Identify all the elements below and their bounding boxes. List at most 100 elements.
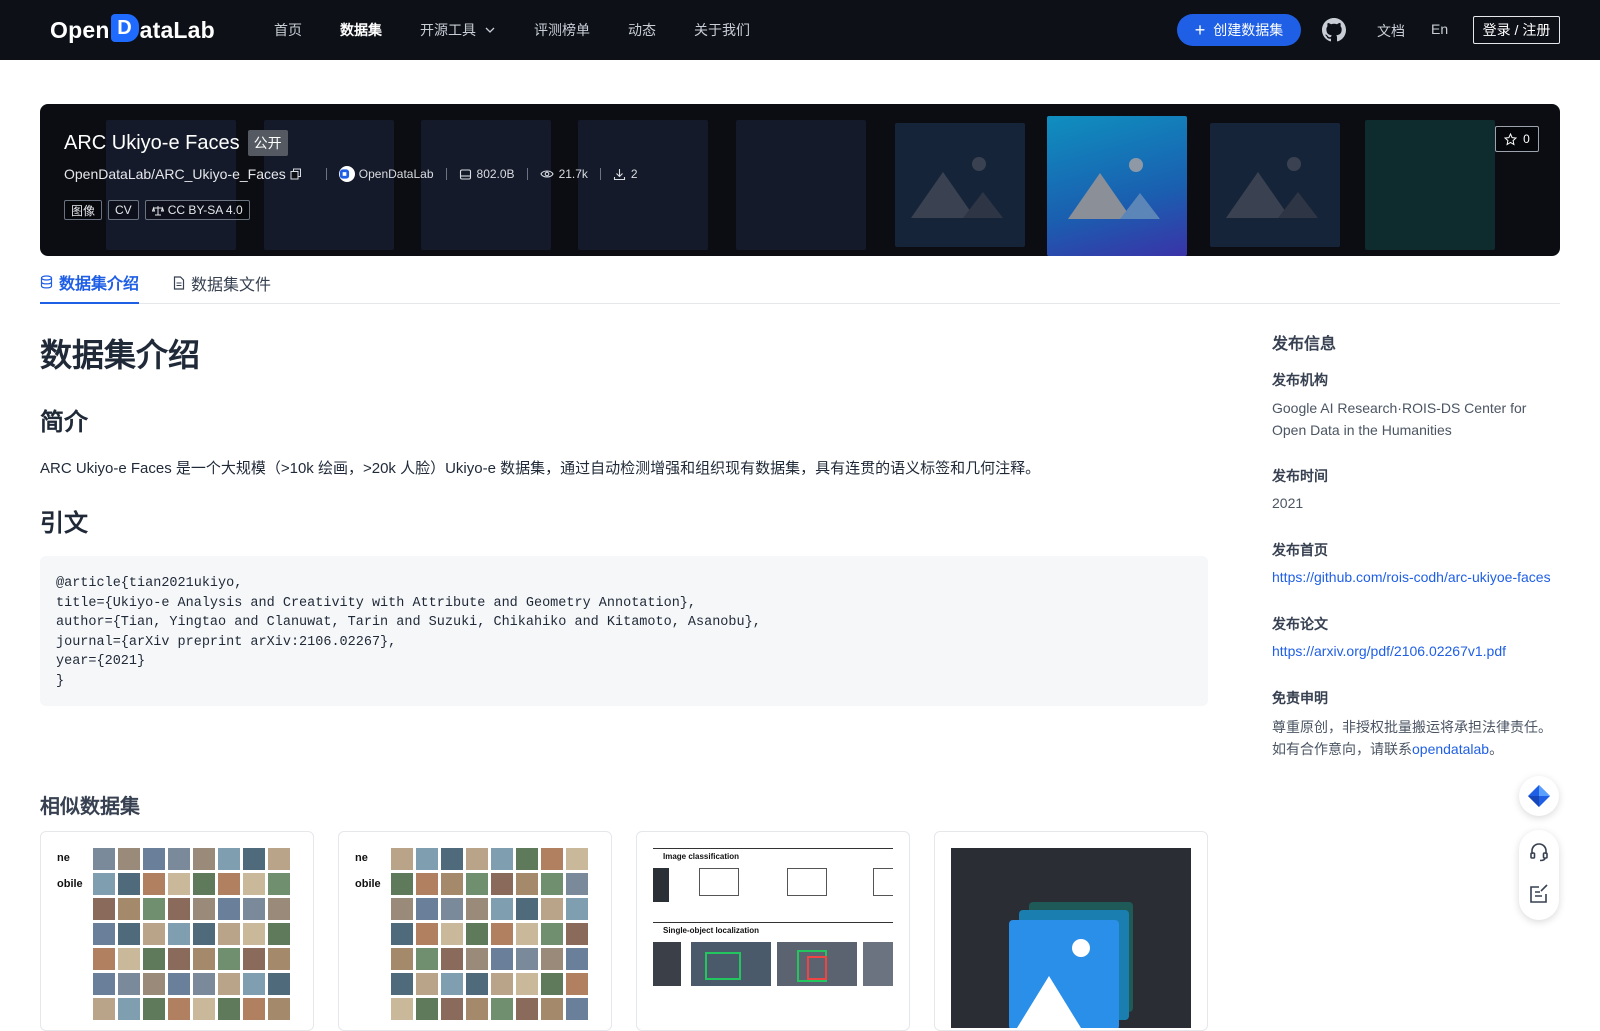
banner-thumbnail	[1210, 123, 1340, 247]
grid-thumb-image	[118, 898, 140, 920]
grid-thumb-image	[466, 873, 488, 895]
feedback-edit-icon[interactable]	[1527, 882, 1551, 906]
contact-opendatalab-link[interactable]: opendatalab	[1412, 741, 1489, 757]
intro-heading: 简介	[40, 409, 88, 436]
copy-icon[interactable]	[290, 168, 302, 180]
grid-thumb-image	[218, 948, 240, 970]
grid-thumb-image	[391, 848, 413, 870]
similar-dataset-card[interactable]	[934, 831, 1208, 1031]
nav-link-leaderboard[interactable]: 评测榜单	[534, 20, 590, 40]
nav-link-datasets[interactable]: 数据集	[340, 20, 382, 40]
nav-link-about[interactable]: 关于我们	[694, 20, 750, 40]
dataset-tabs: 数据集介绍 数据集文件	[40, 262, 1560, 304]
grid-thumb-image	[516, 998, 538, 1020]
similar-dataset-card[interactable]: ne obile	[40, 831, 314, 1031]
grid-thumb-image	[441, 998, 463, 1020]
grid-thumb-image	[268, 898, 290, 920]
disclaimer-line: 如有合作意向，请联系opendatalab。	[1272, 738, 1562, 760]
nav-link-news[interactable]: 动态	[628, 20, 656, 40]
dataset-meta: OpenDataLab/ARC_Ukiyo-e_Faces OpenDataLa…	[64, 165, 638, 183]
grid-thumb-image	[193, 898, 215, 920]
grid-thumb-image	[441, 898, 463, 920]
grid-thumb-image	[491, 898, 513, 920]
card-thumbnail: Image classification Single-object local…	[653, 848, 893, 1028]
assistant-diamond-icon	[1528, 785, 1550, 807]
release-info: 发布信息	[1272, 330, 1562, 354]
license-label: CC BY-SA 4.0	[167, 203, 243, 217]
eye-icon	[539, 170, 554, 178]
opendatalab-logo[interactable]: Open DataLab	[50, 14, 215, 46]
grid-thumb-image	[441, 923, 463, 945]
similar-dataset-card[interactable]: ne obile	[338, 831, 612, 1031]
banner-thumbnail	[736, 120, 866, 250]
org-logo-icon	[338, 166, 355, 182]
dataset-title-text: ARC Ukiyo-e Faces	[64, 131, 240, 154]
github-icon[interactable]	[1322, 18, 1346, 42]
card-thumbnail: ne obile	[355, 848, 595, 1028]
grid-thumb-image	[416, 998, 438, 1020]
grid-thumb-image	[416, 923, 438, 945]
publisher-label: 发布机构	[1272, 372, 1328, 388]
grid-thumb-image	[193, 873, 215, 895]
grid-thumb-image	[416, 873, 438, 895]
grid-thumb-image	[516, 873, 538, 895]
grid-thumb-image	[466, 898, 488, 920]
view-count: 21.7k	[558, 167, 588, 181]
publisher-value: Google AI Research·ROIS-DS Center for Op…	[1272, 400, 1527, 438]
login-register-button[interactable]: 登录 / 注册	[1473, 16, 1560, 44]
tag-license[interactable]: CC BY-SA 4.0	[144, 200, 250, 220]
grid-thumb-image	[541, 848, 563, 870]
grid-thumb-image	[541, 873, 563, 895]
grid-thumb-image	[268, 923, 290, 945]
grid-thumb-image	[391, 923, 413, 945]
tab-dataset-intro[interactable]: 数据集介绍	[40, 262, 140, 304]
paper-link[interactable]: https://arxiv.org/pdf/2106.02267v1.pdf	[1272, 640, 1562, 662]
grid-thumb-image	[491, 848, 513, 870]
image-placeholder-icon	[1226, 157, 1318, 218]
nav-links: 首页 数据集 开源工具 评测榜单 动态 关于我们	[274, 0, 788, 60]
grid-thumb-image	[441, 848, 463, 870]
grid-thumb-image	[491, 973, 513, 995]
grid-thumb-image	[168, 848, 190, 870]
grid-thumb-image	[93, 973, 115, 995]
assistant-fab[interactable]	[1519, 776, 1559, 816]
paper-label: 发布论文	[1272, 616, 1328, 632]
disclaimer-text: 尊重原创，非授权批量搬运将承担法律责任。 如有合作意向，请联系opendatal…	[1272, 716, 1562, 760]
card-thumb-text: obile	[355, 878, 381, 890]
org-name[interactable]: OpenDataLab	[359, 167, 434, 181]
grid-thumb-image	[541, 948, 563, 970]
star-button[interactable]: 0	[1495, 126, 1539, 152]
grid-thumb-image	[118, 948, 140, 970]
divider	[445, 168, 447, 180]
create-dataset-button[interactable]: + 创建数据集	[1177, 14, 1301, 46]
grid-thumb-image	[118, 998, 140, 1020]
citation-code-block[interactable]: @article{tian2021ukiyo, title={Ukiyo-e A…	[40, 556, 1208, 706]
homepage-label: 发布首页	[1272, 542, 1328, 558]
grid-thumb-image	[93, 998, 115, 1020]
headset-icon[interactable]	[1527, 840, 1551, 864]
grid-thumb-image	[243, 923, 265, 945]
image-grid	[391, 848, 588, 1020]
language-switch[interactable]: En	[1431, 21, 1448, 37]
tab-dataset-files[interactable]: 数据集文件	[173, 262, 271, 304]
grid-thumb-image	[541, 998, 563, 1020]
nav-link-tools[interactable]: 开源工具	[420, 20, 496, 40]
grid-thumb-image	[118, 848, 140, 870]
grid-thumb-image	[466, 998, 488, 1020]
similar-dataset-card[interactable]: Image classification Single-object local…	[636, 831, 910, 1031]
grid-thumb-image	[541, 898, 563, 920]
grid-thumb-image	[268, 873, 290, 895]
tag-modality[interactable]: 图像	[64, 200, 103, 220]
nav-link-home[interactable]: 首页	[274, 20, 302, 40]
dataset-title: ARC Ukiyo-e Faces 公开	[64, 130, 288, 156]
banner-thumbnail	[578, 120, 708, 250]
floating-toolbar	[1519, 830, 1559, 920]
banner-thumbnail-highlight	[1047, 116, 1187, 256]
homepage-link[interactable]: https://github.com/rois-codh/arc-ukiyoe-…	[1272, 566, 1562, 588]
grid-thumb-image	[566, 973, 588, 995]
grid-thumb-image	[541, 973, 563, 995]
nav-docs-link[interactable]: 文档	[1377, 21, 1405, 41]
image-placeholder-icon	[1009, 902, 1133, 1028]
tag-task[interactable]: CV	[108, 200, 139, 220]
divider	[599, 168, 601, 180]
